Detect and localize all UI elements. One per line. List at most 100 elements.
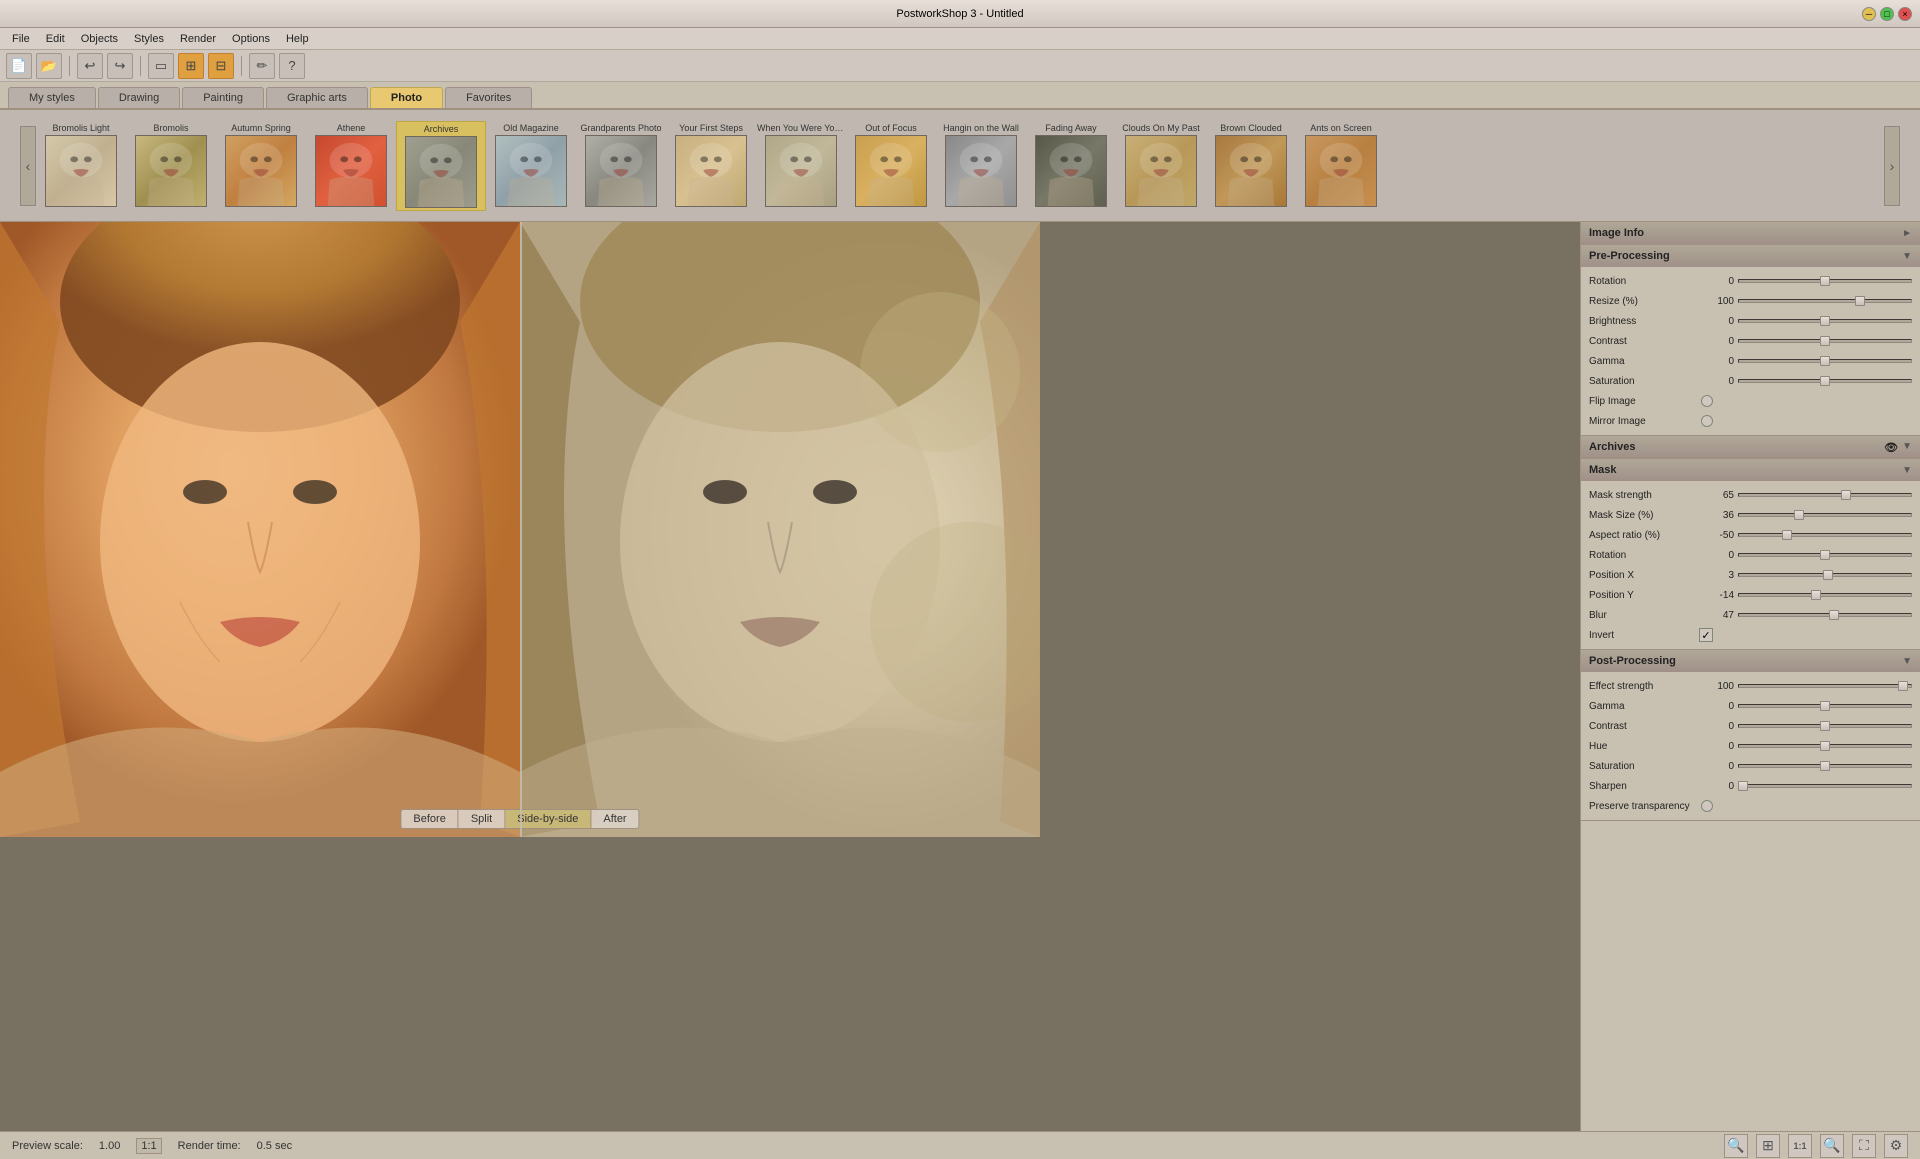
strip-prev-arrow[interactable]: ‹ <box>20 126 36 206</box>
sharpen-slider[interactable] <box>1738 780 1912 792</box>
preserve-transparency-radio[interactable] <box>1701 800 1713 812</box>
new-button[interactable]: 📄 <box>6 53 32 79</box>
view-before-button[interactable]: Before <box>401 810 458 828</box>
hue-slider[interactable] <box>1738 740 1912 752</box>
mirror-radio[interactable] <box>1701 415 1713 427</box>
contrast-pre-thumb[interactable] <box>1820 336 1830 346</box>
archives-header[interactable]: Archives 👁 ▼ <box>1581 436 1920 458</box>
view-split-button[interactable]: Split <box>459 810 505 828</box>
mask-header[interactable]: Mask ▼ <box>1581 459 1920 481</box>
style-item-ants-on-screen[interactable]: Ants on Screen <box>1296 121 1386 211</box>
post-processing-header[interactable]: Post-Processing ▼ <box>1581 650 1920 672</box>
mask-rotation-slider[interactable] <box>1738 549 1912 561</box>
position-y-thumb[interactable] <box>1811 590 1821 600</box>
menu-help[interactable]: Help <box>278 31 317 47</box>
zoom-1to1-button[interactable]: 1:1 <box>1788 1134 1812 1158</box>
select-grid-button[interactable]: ⊟ <box>208 53 234 79</box>
brightness-slider[interactable] <box>1738 315 1912 327</box>
mask-size-thumb[interactable] <box>1794 510 1804 520</box>
draw-button[interactable]: ✏ <box>249 53 275 79</box>
menu-objects[interactable]: Objects <box>73 31 126 47</box>
saturation-pre-slider[interactable] <box>1738 375 1912 387</box>
gamma-pre-thumb[interactable] <box>1820 356 1830 366</box>
select-all-button[interactable]: ⊞ <box>178 53 204 79</box>
strip-next-arrow[interactable]: › <box>1884 126 1900 206</box>
menu-file[interactable]: File <box>4 31 38 47</box>
zoom-fit-button[interactable]: ⊞ <box>1756 1134 1780 1158</box>
style-item-clouds-on-my-past[interactable]: Clouds On My Past <box>1116 121 1206 211</box>
minimize-button[interactable]: ─ <box>1862 7 1876 21</box>
rotation-slider[interactable] <box>1738 275 1912 287</box>
fullscreen-button[interactable]: ⛶ <box>1852 1134 1876 1158</box>
menu-render[interactable]: Render <box>172 31 224 47</box>
contrast-post-thumb[interactable] <box>1820 721 1830 731</box>
aspect-ratio-slider[interactable] <box>1738 529 1912 541</box>
position-x-thumb[interactable] <box>1823 570 1833 580</box>
image-info-header[interactable]: Image Info ► <box>1581 222 1920 244</box>
scale-1to1-button[interactable]: 1:1 <box>136 1138 161 1154</box>
invert-checkbox[interactable]: ✓ <box>1699 628 1713 642</box>
view-side-by-side-button[interactable]: Side-by-side <box>505 810 591 828</box>
style-item-out-of-focus[interactable]: Out of Focus <box>846 121 936 211</box>
tab-graphic-arts[interactable]: Graphic arts <box>266 87 368 108</box>
style-item-your-first-steps[interactable]: Your First Steps <box>666 121 756 211</box>
mask-rotation-thumb[interactable] <box>1820 550 1830 560</box>
brightness-thumb[interactable] <box>1820 316 1830 326</box>
position-x-slider[interactable] <box>1738 569 1912 581</box>
saturation-post-thumb[interactable] <box>1820 761 1830 771</box>
archives-eye-icon[interactable]: 👁 <box>1884 441 1898 454</box>
blur-slider[interactable] <box>1738 609 1912 621</box>
tab-my-styles[interactable]: My styles <box>8 87 96 108</box>
style-item-athene[interactable]: Athene <box>306 121 396 211</box>
menu-styles[interactable]: Styles <box>126 31 172 47</box>
tab-photo[interactable]: Photo <box>370 87 443 108</box>
flip-radio[interactable] <box>1701 395 1713 407</box>
style-item-archives[interactable]: Archives <box>396 121 486 211</box>
menu-edit[interactable]: Edit <box>38 31 73 47</box>
view-after-button[interactable]: After <box>591 810 638 828</box>
resize-thumb[interactable] <box>1855 296 1865 306</box>
aspect-ratio-thumb[interactable] <box>1782 530 1792 540</box>
style-item-grandparents-photo[interactable]: Grandparents Photo <box>576 121 666 211</box>
hue-thumb[interactable] <box>1820 741 1830 751</box>
contrast-pre-slider[interactable] <box>1738 335 1912 347</box>
position-y-slider[interactable] <box>1738 589 1912 601</box>
help-button[interactable]: ? <box>279 53 305 79</box>
zoom-in-button[interactable]: 🔍 <box>1820 1134 1844 1158</box>
sharpen-thumb[interactable] <box>1738 781 1748 791</box>
contrast-post-slider[interactable] <box>1738 720 1912 732</box>
style-item-old-magazine[interactable]: Old Magazine <box>486 121 576 211</box>
style-item-autumn-spring[interactable]: Autumn Spring <box>216 121 306 211</box>
rotation-thumb[interactable] <box>1820 276 1830 286</box>
tab-favorites[interactable]: Favorites <box>445 87 532 108</box>
zoom-out-button[interactable]: 🔍 <box>1724 1134 1748 1158</box>
style-item-bromolis-light[interactable]: Bromolis Light <box>36 121 126 211</box>
effect-strength-slider[interactable] <box>1738 680 1912 692</box>
saturation-pre-thumb[interactable] <box>1820 376 1830 386</box>
mask-strength-slider[interactable] <box>1738 489 1912 501</box>
close-button[interactable]: × <box>1898 7 1912 21</box>
open-button[interactable]: 📂 <box>36 53 62 79</box>
tab-drawing[interactable]: Drawing <box>98 87 180 108</box>
blur-thumb[interactable] <box>1829 610 1839 620</box>
tab-painting[interactable]: Painting <box>182 87 264 108</box>
style-item-when-you-were-young[interactable]: When You Were Young <box>756 121 846 211</box>
mask-strength-thumb[interactable] <box>1841 490 1851 500</box>
saturation-post-slider[interactable] <box>1738 760 1912 772</box>
settings-button[interactable]: ⚙ <box>1884 1134 1908 1158</box>
mask-size-slider[interactable] <box>1738 509 1912 521</box>
gamma-post-slider[interactable] <box>1738 700 1912 712</box>
undo-button[interactable]: ↩ <box>77 53 103 79</box>
menu-options[interactable]: Options <box>224 31 278 47</box>
style-item-hangin-on-wall[interactable]: Hangin on the Wall <box>936 121 1026 211</box>
gamma-post-thumb[interactable] <box>1820 701 1830 711</box>
effect-strength-thumb[interactable] <box>1898 681 1908 691</box>
gamma-pre-slider[interactable] <box>1738 355 1912 367</box>
maximize-button[interactable]: □ <box>1880 7 1894 21</box>
style-item-brown-clouded[interactable]: Brown Clouded <box>1206 121 1296 211</box>
pre-processing-header[interactable]: Pre-Processing ▼ <box>1581 245 1920 267</box>
style-item-fading-away[interactable]: Fading Away <box>1026 121 1116 211</box>
resize-slider[interactable] <box>1738 295 1912 307</box>
select-rect-button[interactable]: ▭ <box>148 53 174 79</box>
redo-button[interactable]: ↪ <box>107 53 133 79</box>
